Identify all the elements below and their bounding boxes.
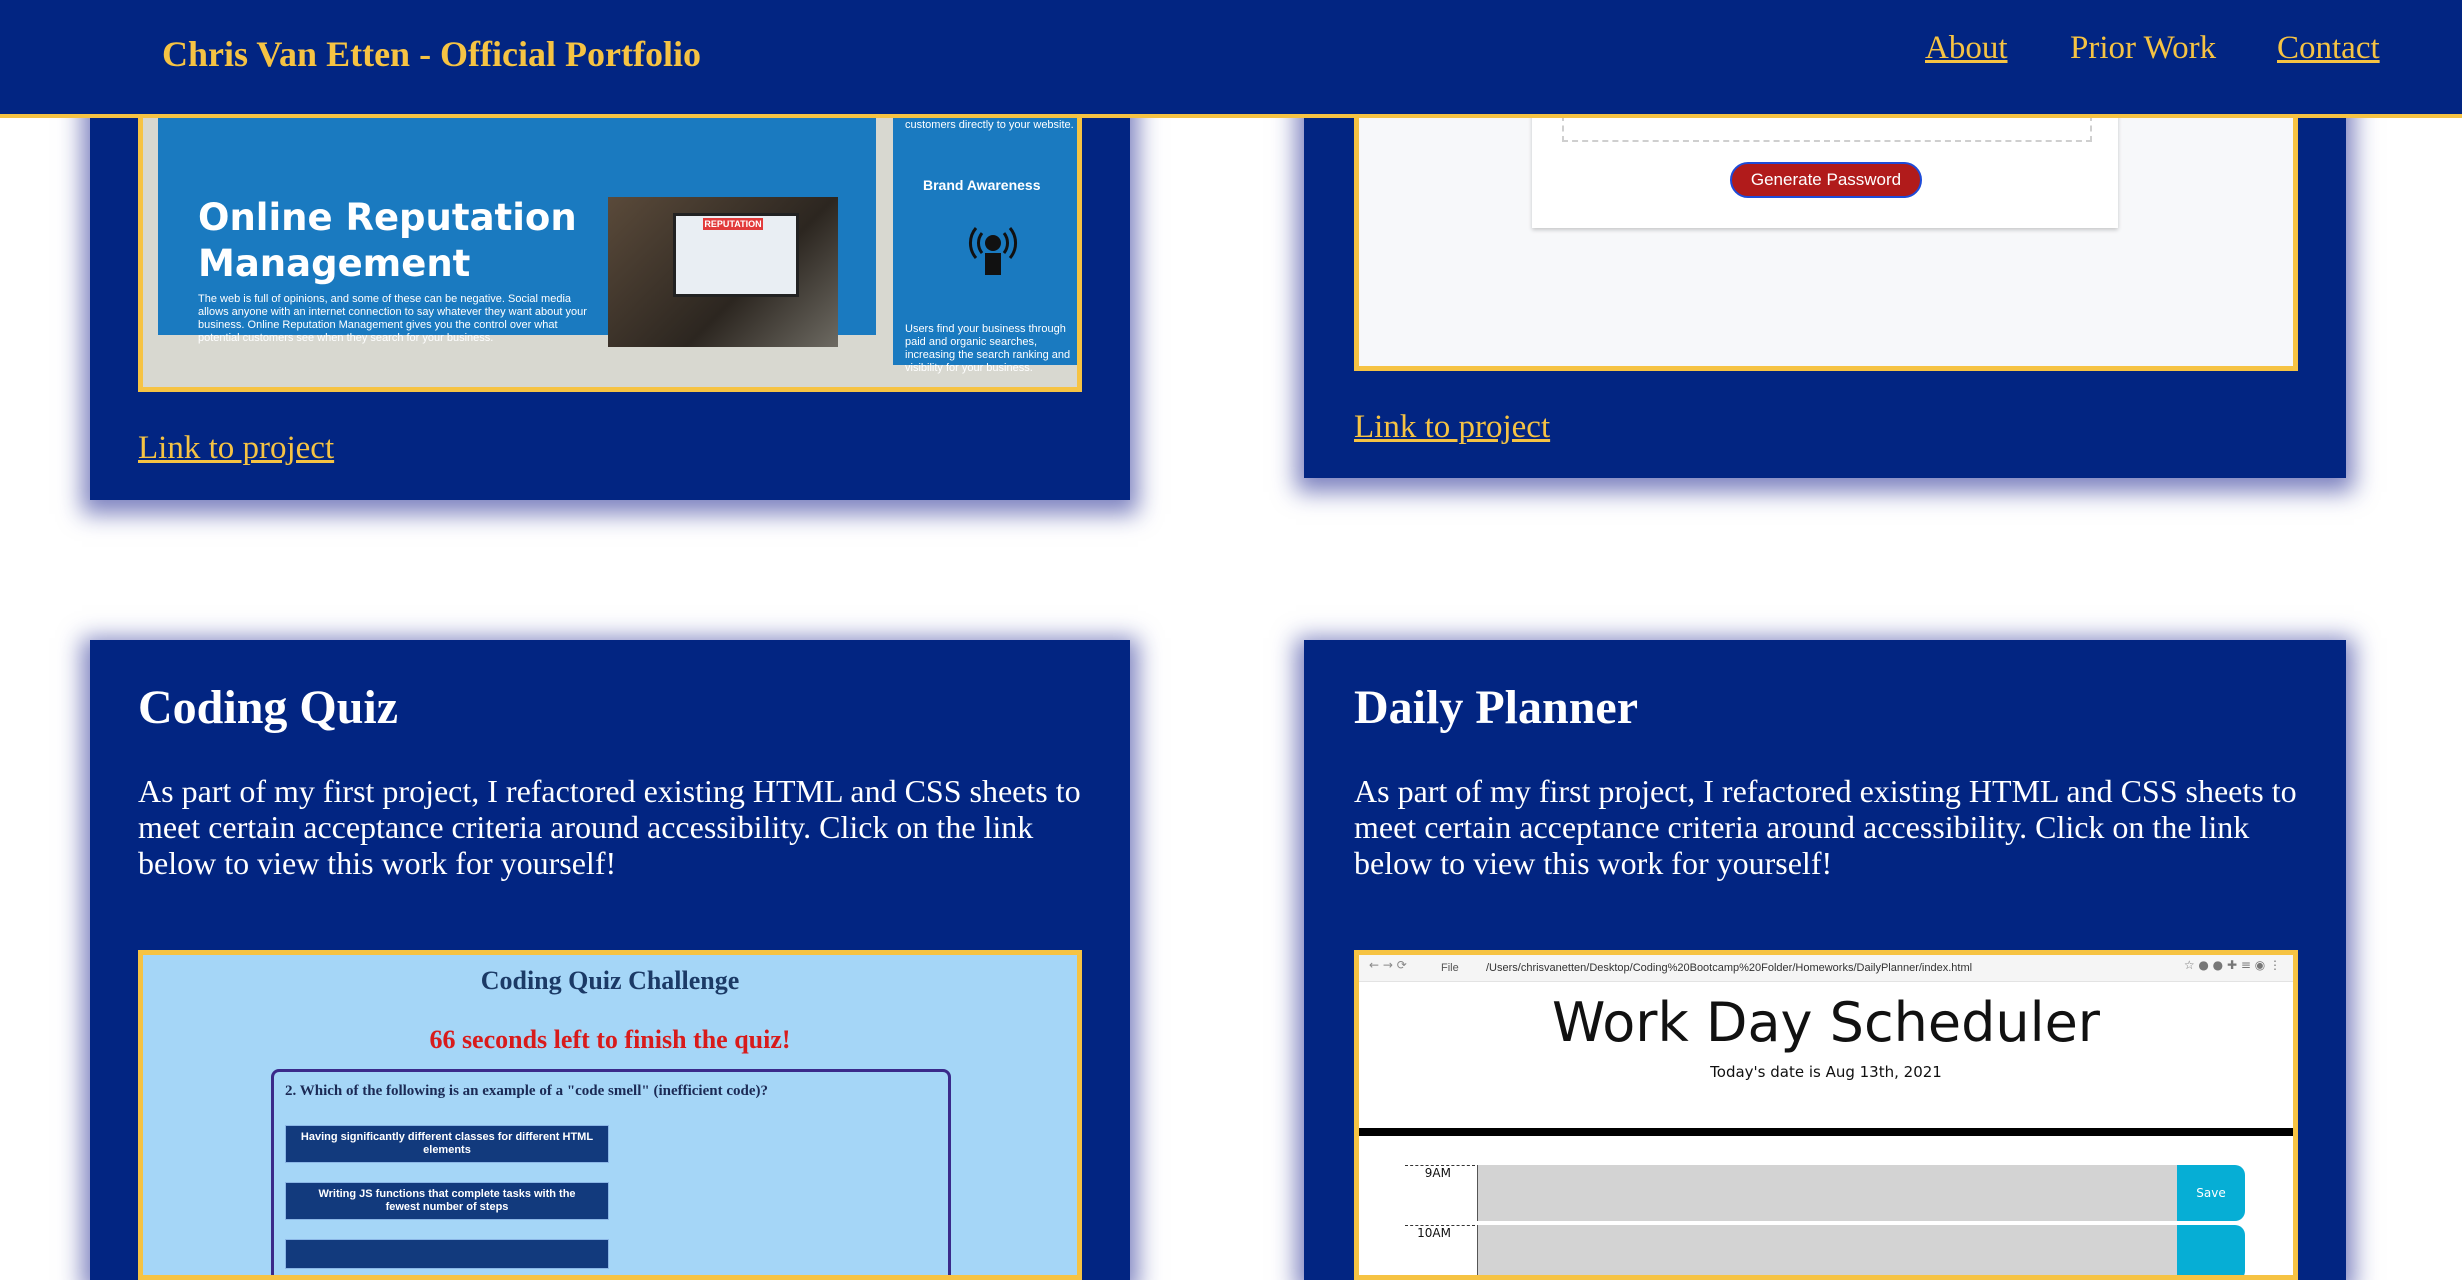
project-card-password: Generate Password Link to project [1304,60,2346,478]
quiz-option[interactable] [285,1239,609,1269]
browser-toolbar: ← → ⟳ File /Users/chrisvanetten/Desktop/… [1359,955,2293,982]
project-screenshot: ← → ⟳ File /Users/chrisvanetten/Desktop/… [1354,950,2298,1280]
project-card-reputation: customers directly to your website. Bran… [90,60,1130,500]
browser-url: /Users/chrisvanetten/Desktop/Coding%20Bo… [1486,962,1973,974]
browser-file-label: File [1441,962,1459,974]
card-description: As part of my first project, I refactore… [1354,773,2297,881]
reputation-title: Online Reputation Management [198,196,577,285]
hour-textarea[interactable] [1477,1225,2178,1275]
project-screenshot: Coding Quiz Challenge 66 seconds left to… [138,950,1082,1280]
project-link[interactable]: Link to project [1354,409,1550,446]
planner-heading: Work Day Scheduler [1551,991,2101,1054]
project-card-daily-planner: Daily Planner As part of my first projec… [1304,640,2346,1280]
reputation-body: The web is full of opinions, and some of… [198,293,587,344]
hour-textarea[interactable] [1477,1165,2178,1221]
side-heading: Brand Awareness [923,177,1041,193]
site-brand[interactable]: Chris Van Etten - Official Portfolio [162,33,701,75]
side-bottom-text: Users find your business through paid an… [905,323,1071,374]
quiz-question: 2. Which of the following is an example … [285,1083,768,1099]
nav-link-contact[interactable]: Contact [2277,30,2380,67]
site-header: Chris Van Etten - Official Portfolio Abo… [0,0,2462,118]
generate-password-button[interactable]: Generate Password [1730,162,1922,198]
nav-link-prior-work[interactable]: Prior Work [2070,30,2216,67]
quiz-timer: 66 seconds left to finish the quiz! [429,1025,791,1054]
quiz-option[interactable]: Having significantly different classes f… [285,1125,609,1163]
reputation-badge: REPUTATION [703,218,763,230]
planner-row: 10AM [1405,1225,2245,1275]
project-card-coding-quiz: Coding Quiz As part of my first project,… [90,640,1130,1280]
hour-label: 9AM [1405,1165,1475,1221]
browser-extension-icons: ☆ ● ● ✚ ≡ ◉ ⋮ [2183,958,2281,972]
planner-divider [1359,1128,2293,1136]
project-link[interactable]: Link to project [138,430,334,467]
hour-label: 10AM [1405,1225,1475,1275]
quiz-heading: Coding Quiz Challenge [480,966,740,995]
card-title: Daily Planner [1354,681,1638,734]
browser-nav-icons: ← → ⟳ [1369,958,1407,972]
planner-date: Today's date is Aug 13th, 2021 [1710,1063,1942,1081]
save-button[interactable] [2177,1225,2245,1275]
quiz-option[interactable]: Writing JS functions that complete tasks… [285,1182,609,1220]
broadcast-person-icon [969,227,1017,275]
card-title: Coding Quiz [138,681,399,734]
nav-link-about[interactable]: About [1925,30,2008,67]
planner-row: 9AM Save [1405,1165,2245,1221]
side-top-text: customers directly to your website. [905,119,1074,131]
card-description: As part of my first project, I refactore… [138,773,1081,881]
save-button[interactable]: Save [2177,1165,2245,1221]
